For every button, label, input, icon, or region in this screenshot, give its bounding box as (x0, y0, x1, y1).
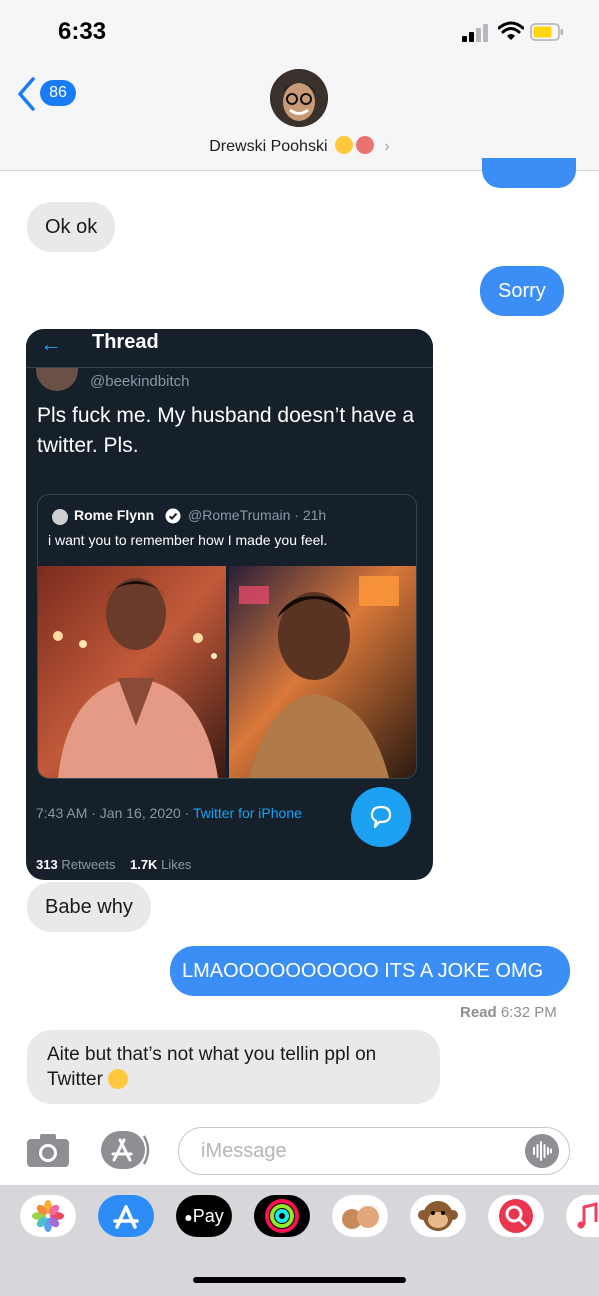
received-message[interactable]: Babe why (27, 882, 151, 932)
tweet-text: Pls fuck me. My husband doesn’t have a t… (37, 404, 415, 457)
contact-name-row[interactable]: Drewski Poohski › (0, 136, 599, 156)
message-text: Aite but that’s not what you tellin ppl … (47, 1044, 377, 1090)
sent-message[interactable]: Sorry (480, 266, 564, 316)
app-drawer: ●Pay (0, 1185, 599, 1296)
activity-rings-icon[interactable] (254, 1195, 310, 1237)
quoted-tweet: Rome Flynn @RomeTrumain · 21h i want you… (37, 494, 417, 779)
quoted-photo-1 (38, 566, 226, 778)
apple-pay-icon[interactable]: ●Pay (176, 1195, 232, 1237)
speech-bubble-icon (370, 805, 392, 829)
contact-avatar[interactable] (270, 69, 328, 127)
chevron-right-icon: › (384, 138, 390, 155)
quoted-author-handle: @RomeTrumain · 21h (188, 507, 327, 523)
quoted-author-avatar (52, 509, 68, 525)
partial-sent-bubble[interactable] (482, 158, 576, 188)
received-message[interactable]: Aite but that’s not what you tellin ppl … (27, 1030, 440, 1104)
photos-app-icon[interactable] (20, 1195, 76, 1237)
camera-icon[interactable] (26, 1132, 70, 1168)
reply-fab-button (351, 787, 411, 847)
divider (26, 367, 433, 368)
tweet-thread-title: Thread (92, 331, 159, 353)
quoted-author-name: Rome Flynn (74, 507, 155, 523)
tweet-source: Twitter for iPhone (192, 805, 302, 821)
verified-badge-icon (165, 508, 181, 524)
app-store-icon[interactable] (98, 1195, 154, 1237)
sent-message[interactable]: LMAOOOOOOOOOO ITS A JOKE OMG (170, 946, 570, 996)
status-time: 6:33 (58, 18, 107, 45)
home-indicator[interactable] (193, 1277, 406, 1283)
signal-icon (462, 24, 490, 42)
message-input-placeholder: iMessage (201, 1140, 287, 1162)
tweet-timestamp: 7:43 AM · Jan 16, 2020 · Twitter for iPh… (36, 805, 302, 821)
sick-face-emoji-icon (355, 136, 374, 154)
app-store-button-icon[interactable] (100, 1130, 152, 1170)
message-input[interactable]: iMessage (178, 1127, 570, 1175)
memoji-stickers-icon[interactable] (332, 1195, 388, 1237)
back-chevron-icon[interactable] (16, 76, 36, 112)
smiling-hearts-emoji-icon (334, 136, 353, 154)
back-unread-badge[interactable]: 86 (40, 80, 76, 106)
tweet-screenshot-image[interactable]: ← Thread @beekindbitch Pls fuck me. My h… (26, 329, 433, 880)
persevering-face-emoji-icon (108, 1069, 129, 1089)
animoji-monkey-icon[interactable] (410, 1195, 466, 1237)
tweet-author-avatar (36, 365, 78, 391)
tweet-stats: 313 Retweets 1.7K Likes (36, 857, 192, 872)
music-icon[interactable] (566, 1195, 599, 1237)
image-search-icon[interactable] (488, 1195, 544, 1237)
back-arrow-icon: ← (40, 331, 62, 356)
battery-icon (530, 23, 563, 41)
received-message[interactable]: Ok ok (27, 202, 116, 252)
apple-logo-icon: ● (184, 1209, 193, 1225)
contact-name[interactable]: Drewski Poohski (209, 138, 327, 155)
tweet-author-handle: @beekindbitch (90, 373, 190, 390)
wifi-icon (498, 21, 524, 40)
audio-waveform-icon[interactable] (525, 1134, 559, 1168)
quoted-photo-2 (229, 566, 416, 778)
quoted-tweet-text: i want you to remember how I made you fe… (48, 532, 328, 548)
read-receipt: Read 6:32 PM (460, 1004, 557, 1021)
